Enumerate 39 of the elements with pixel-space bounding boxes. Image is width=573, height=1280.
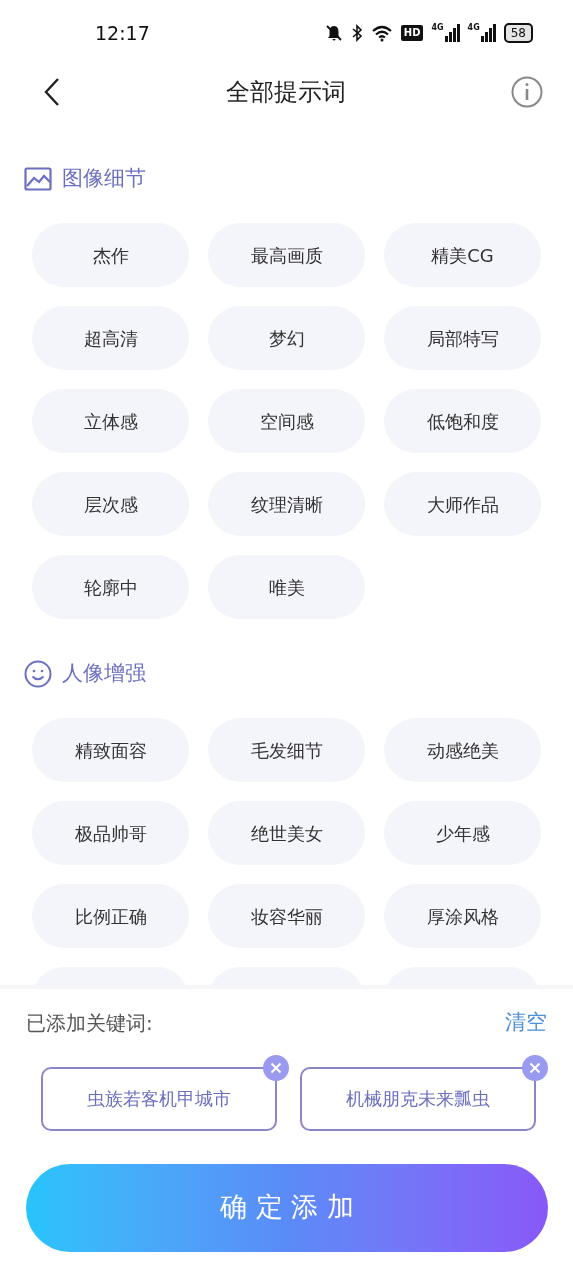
tag-chip[interactable]: 轮廓中 — [32, 555, 189, 619]
bluetooth-icon — [350, 24, 363, 42]
remove-icon[interactable] — [522, 1054, 548, 1081]
tag-chip[interactable]: 超高清 — [32, 306, 189, 370]
info-icon[interactable] — [511, 76, 543, 108]
added-keywords-label: 已添加关键词: — [26, 1009, 153, 1037]
battery-icon: 58 — [503, 23, 533, 43]
tag-chip[interactable]: 毛发细节 — [208, 718, 365, 782]
tag-chip[interactable]: 立体感 — [32, 389, 189, 453]
back-icon[interactable] — [44, 77, 60, 107]
tag-chip[interactable]: 少年感 — [384, 801, 541, 865]
remove-icon[interactable] — [263, 1054, 289, 1081]
tag-chip[interactable]: 唯美 — [208, 555, 365, 619]
tag-chip[interactable]: 局部特写 — [384, 306, 541, 370]
tag-chip[interactable]: 梦幻 — [208, 306, 365, 370]
page-title: 全部提示词 — [225, 77, 346, 108]
tag-chip[interactable]: 纹理清晰 — [208, 472, 365, 536]
tag-chip[interactable]: 杰作 — [32, 223, 189, 287]
tag-chip[interactable]: 动感绝美 — [384, 718, 541, 782]
tag-chip[interactable]: 精致面容 — [32, 718, 189, 782]
section-title: 人像增强 — [62, 660, 146, 688]
tag-chip[interactable]: 极品帅哥 — [32, 801, 189, 865]
section-title: 图像细节 — [62, 165, 146, 193]
hd-badge: HD — [400, 25, 424, 41]
wifi-icon — [370, 24, 393, 42]
tag-chip[interactable]: 低饱和度 — [384, 389, 541, 453]
tag-chip[interactable]: 妆容华丽 — [208, 884, 365, 948]
tag-chip[interactable]: 绝世美女 — [208, 801, 365, 865]
tag-chip[interactable]: 空间感 — [208, 389, 365, 453]
tag-chip[interactable]: 大师作品 — [384, 472, 541, 536]
image-icon — [24, 167, 52, 191]
tag-chip[interactable]: 厚涂风格 — [384, 884, 541, 948]
tag-chip[interactable]: 最高画质 — [208, 223, 365, 287]
tag-chip[interactable]: 层次感 — [32, 472, 189, 536]
muted-bell-icon — [324, 24, 343, 42]
smiley-icon — [24, 660, 52, 688]
status-time: 12:17 — [95, 20, 150, 46]
tag-chip[interactable]: 精美CG — [384, 223, 541, 287]
tag-chip[interactable]: 比例正确 — [32, 884, 189, 948]
